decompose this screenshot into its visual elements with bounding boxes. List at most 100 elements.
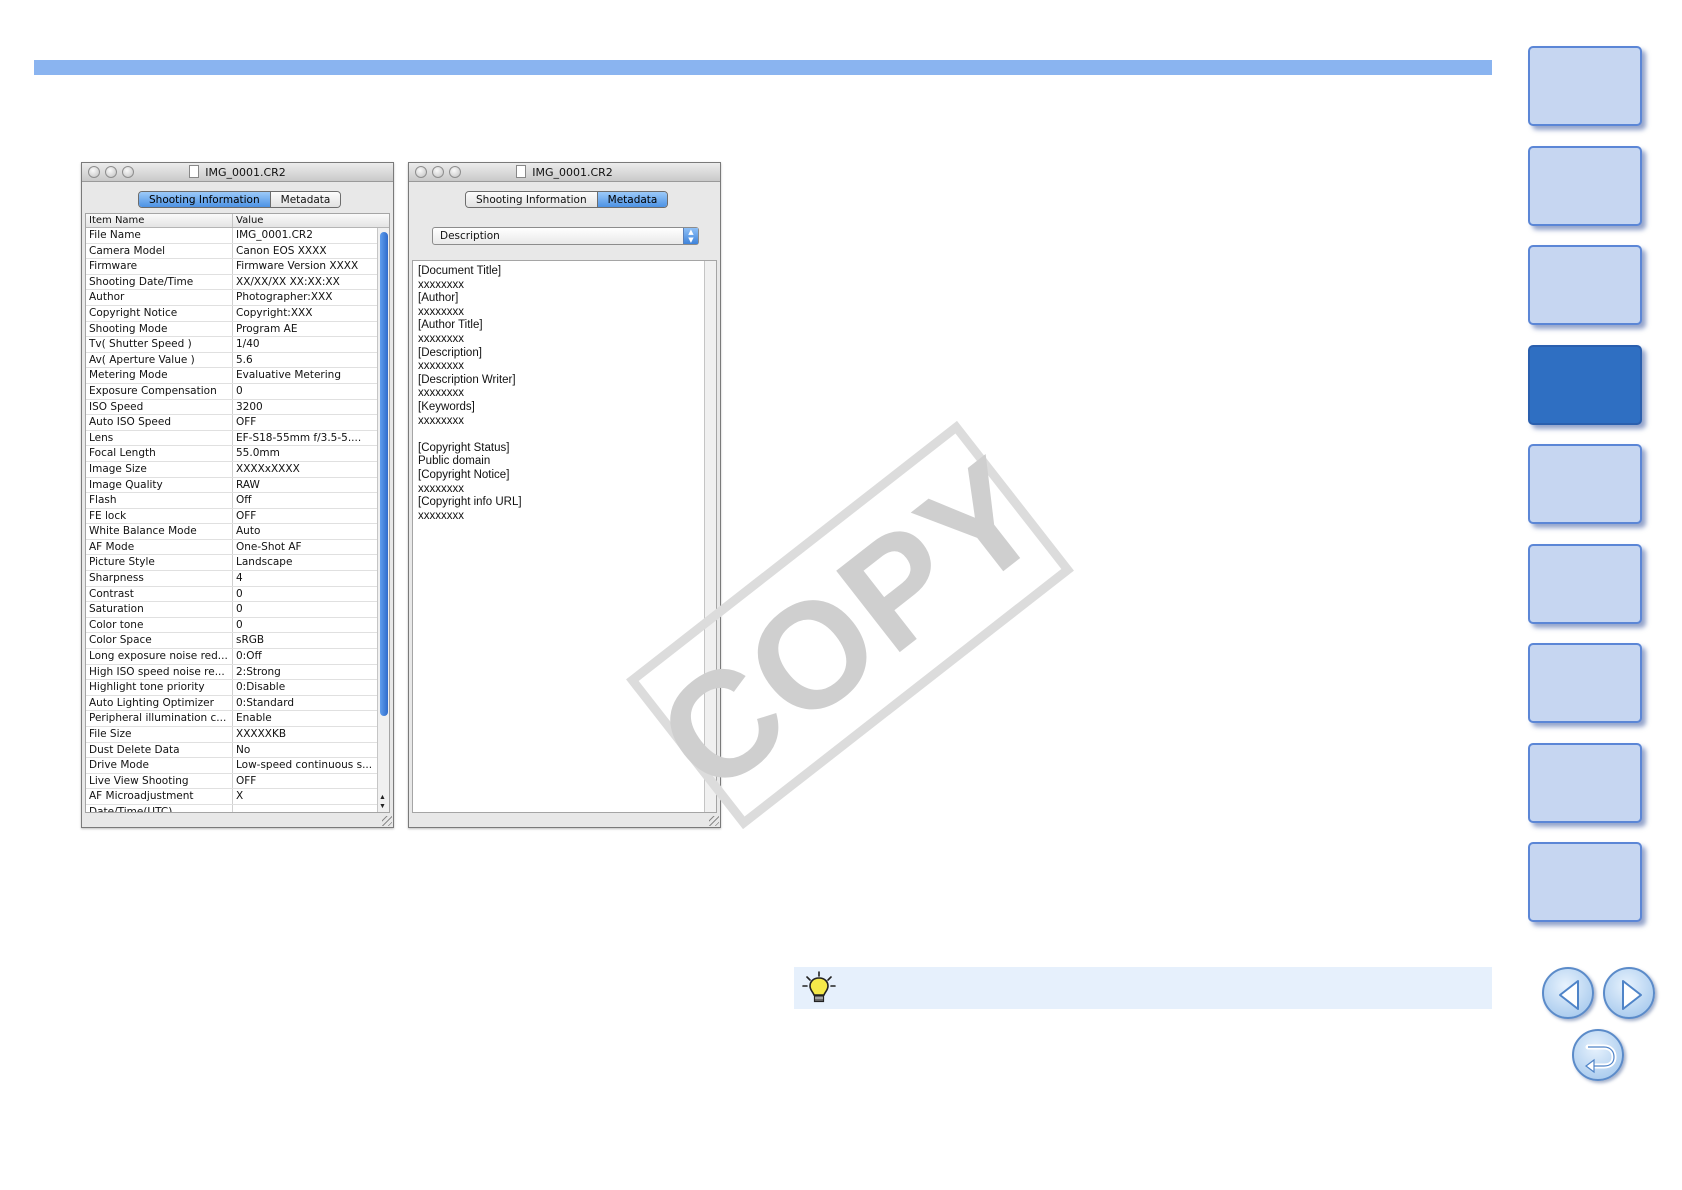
document-icon <box>189 165 200 178</box>
table-row[interactable]: High ISO speed noise re... 2:Strong <box>86 664 377 681</box>
table-row[interactable]: Peripheral illumination c... Enable <box>86 711 377 727</box>
table-row[interactable]: Auto ISO Speed OFF <box>86 415 377 431</box>
metadata-scrollbar[interactable] <box>704 261 716 812</box>
table-row[interactable]: Focal Length 55.0mm <box>86 446 377 462</box>
item-name-cell: Shooting Date/Time <box>86 274 233 290</box>
table-row[interactable]: Shooting Mode Program AE <box>86 321 377 338</box>
side-tab-7[interactable] <box>1528 643 1642 723</box>
item-name-cell: File Name <box>86 228 233 243</box>
item-name-cell: Firmware <box>86 259 233 274</box>
table-body: File Name IMG_0001.CR2 Camera Model Canon E… <box>86 228 377 812</box>
side-tab-8[interactable] <box>1528 743 1642 823</box>
table-row[interactable]: Live View Shooting OFF <box>86 773 377 790</box>
tab-metadata[interactable]: Metadata <box>596 192 668 207</box>
return-button[interactable] <box>1572 1029 1624 1081</box>
hint-bar <box>794 967 1492 1009</box>
item-name-cell: Auto Lighting Optimizer <box>86 695 233 711</box>
tab-shooting-information[interactable]: Shooting Information <box>139 192 270 207</box>
side-tab-1[interactable] <box>1528 46 1642 126</box>
metadata-text-area[interactable]: [Document Title] xxxxxxxx [Author] xxxxxxxx… <box>412 260 717 813</box>
table-row[interactable]: Color Space sRGB <box>86 633 377 650</box>
item-name-cell: File Size <box>86 727 233 742</box>
arrow-left-icon <box>1559 980 1579 1010</box>
tab-metadata[interactable]: Metadata <box>269 192 341 207</box>
table-scrollbar[interactable]: ▲ ▼ <box>377 228 389 812</box>
table-row[interactable]: ISO Speed 3200 <box>86 399 377 416</box>
table-row[interactable]: Picture Style Landscape <box>86 555 377 572</box>
item-name-cell: Author <box>86 290 233 305</box>
shooting-info-table: Item Name Value File Name IMG_0001.CR2 Cam… <box>85 213 390 813</box>
resize-grip-icon[interactable] <box>709 816 719 826</box>
column-header-item-name[interactable]: Item Name <box>86 214 233 227</box>
scroll-up-arrow-icon[interactable]: ▲ <box>379 794 386 802</box>
value-cell: Copyright:XXX <box>236 306 313 319</box>
table-row[interactable]: Av( Aperture Value ) 5.6 <box>86 352 377 369</box>
scrollbar-thumb[interactable] <box>380 232 388 716</box>
table-row[interactable]: Image Quality RAW <box>86 477 377 494</box>
table-row[interactable]: Copyright Notice Copyright:XXX <box>86 305 377 322</box>
value-cell <box>233 805 377 812</box>
metadata-category-dropdown[interactable]: Description ▲ ▼ <box>432 227 699 245</box>
value-cell: Program AE <box>236 322 298 335</box>
dropdown-value: Description <box>440 230 500 242</box>
table-row[interactable]: Saturation 0 <box>86 602 377 618</box>
column-header-value[interactable]: Value <box>233 214 389 227</box>
scroll-down-arrow-icon[interactable]: ▼ <box>379 803 386 811</box>
table-row[interactable]: AF Mode One-Shot AF <box>86 539 377 556</box>
table-row[interactable]: Flash Off <box>86 493 377 509</box>
value-cell: 0:Standard <box>236 696 294 709</box>
metadata-line: [Copyright Notice] <box>418 468 510 481</box>
item-name-cell: Picture Style <box>86 555 233 571</box>
table-row[interactable]: Camera Model Canon EOS XXXX <box>86 243 377 260</box>
value-cell: 0 <box>236 384 243 397</box>
arrow-right-icon <box>1622 980 1642 1010</box>
window-titlebar: IMG_0001.CR2 <box>409 163 720 182</box>
table-row[interactable]: Author Photographer:XXX <box>86 290 377 306</box>
table-row[interactable]: File Size XXXXXKB <box>86 727 377 743</box>
table-row[interactable]: Sharpness 4 <box>86 571 377 587</box>
table-row[interactable]: FE lock OFF <box>86 508 377 525</box>
value-cell: 55.0mm <box>236 447 280 460</box>
table-row[interactable]: Date/Time(UTC) <box>86 804 377 812</box>
side-tab-5[interactable] <box>1528 444 1642 524</box>
side-tab-3[interactable] <box>1528 245 1642 325</box>
previous-page-button[interactable] <box>1542 967 1594 1019</box>
item-name-cell: White Balance Mode <box>86 524 233 539</box>
side-tab-6[interactable] <box>1528 544 1642 624</box>
value-cell: 0:Off <box>236 650 262 663</box>
value-cell: No <box>236 743 251 756</box>
tab-shooting-information[interactable]: Shooting Information <box>466 192 597 207</box>
table-row[interactable]: Exposure Compensation 0 <box>86 383 377 400</box>
table-row[interactable]: Dust Delete Data No <box>86 742 377 759</box>
table-row[interactable]: Long exposure noise red... 0:Off <box>86 649 377 665</box>
metadata-line: xxxxxxxx <box>418 305 464 318</box>
table-row[interactable]: Firmware Firmware Version XXXX <box>86 259 377 275</box>
table-row[interactable]: Highlight tone priority 0:Disable <box>86 680 377 696</box>
value-cell: 0 <box>236 603 243 616</box>
table-row[interactable]: Metering Mode Evaluative Metering <box>86 368 377 384</box>
table-row[interactable]: Lens EF-S18-55mm f/3.5-5.... <box>86 430 377 447</box>
table-row[interactable]: Drive Mode Low-speed continuous s... <box>86 758 377 774</box>
side-tab-9[interactable] <box>1528 842 1642 922</box>
side-tab-2[interactable] <box>1528 146 1642 226</box>
table-row[interactable]: File Name IMG_0001.CR2 <box>86 228 377 244</box>
metadata-window: IMG_0001.CR2 Shooting Information Metada… <box>408 162 721 828</box>
next-page-button[interactable] <box>1603 967 1655 1019</box>
table-row[interactable]: Auto Lighting Optimizer 0:Standard <box>86 695 377 712</box>
table-row[interactable]: Color tone 0 <box>86 617 377 634</box>
table-row[interactable]: Image Size XXXXxXXXX <box>86 461 377 478</box>
item-name-cell: FE lock <box>86 508 233 524</box>
table-row[interactable]: Tv( Shutter Speed ) 1/40 <box>86 337 377 353</box>
value-cell: OFF <box>236 509 257 522</box>
table-row[interactable]: White Balance Mode Auto <box>86 524 377 540</box>
table-row[interactable]: Contrast 0 <box>86 586 377 603</box>
value-cell: 5.6 <box>236 353 253 366</box>
side-tab-4-active[interactable] <box>1528 345 1642 425</box>
value-cell: XXXXxXXXX <box>236 462 300 475</box>
window-title: IMG_0001.CR2 <box>409 165 720 179</box>
table-row[interactable]: Shooting Date/Time XX/XX/XX XX:XX:XX <box>86 274 377 291</box>
shooting-info-window: IMG_0001.CR2 Shooting Information Metada… <box>81 162 394 828</box>
table-row[interactable]: AF Microadjustment X <box>86 789 377 805</box>
item-name-cell: Auto ISO Speed <box>86 415 233 430</box>
resize-grip-icon[interactable] <box>382 816 392 826</box>
